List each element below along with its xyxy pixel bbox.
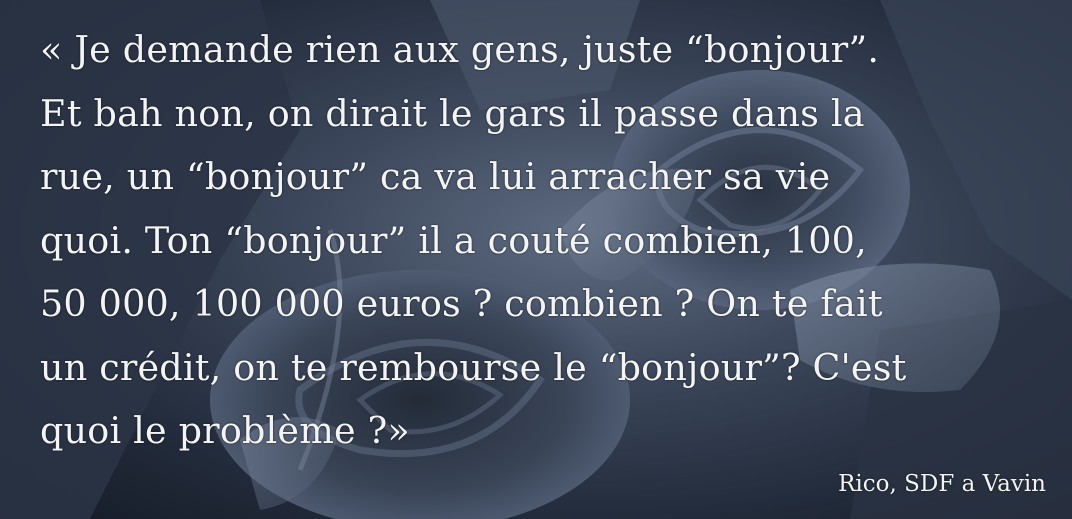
quote-line: « Je demande rien aux gens, juste “bonjo…: [40, 28, 880, 71]
quote-line: quoi le problème ?»: [40, 409, 410, 452]
quote-line: un crédit, on te rembourse le “bonjour”?…: [40, 345, 907, 389]
quote-text: « Je demande rien aux gens, juste “bonjo…: [40, 18, 1060, 463]
quote-line: 50 000, 100 000 euros ? combien ? On te …: [40, 282, 883, 325]
quote-line: Et bah non, on dirait le gars il passe d…: [40, 91, 865, 135]
quote-line: quoi. Ton “bonjour” il a couté combien, …: [40, 218, 867, 262]
quote-attribution: Rico, SDF a Vavin: [838, 471, 1046, 497]
quote-card: « Je demande rien aux gens, juste “bonjo…: [0, 0, 1072, 519]
quote-line: rue, un “bonjour” ca va lui arracher sa …: [40, 155, 831, 198]
